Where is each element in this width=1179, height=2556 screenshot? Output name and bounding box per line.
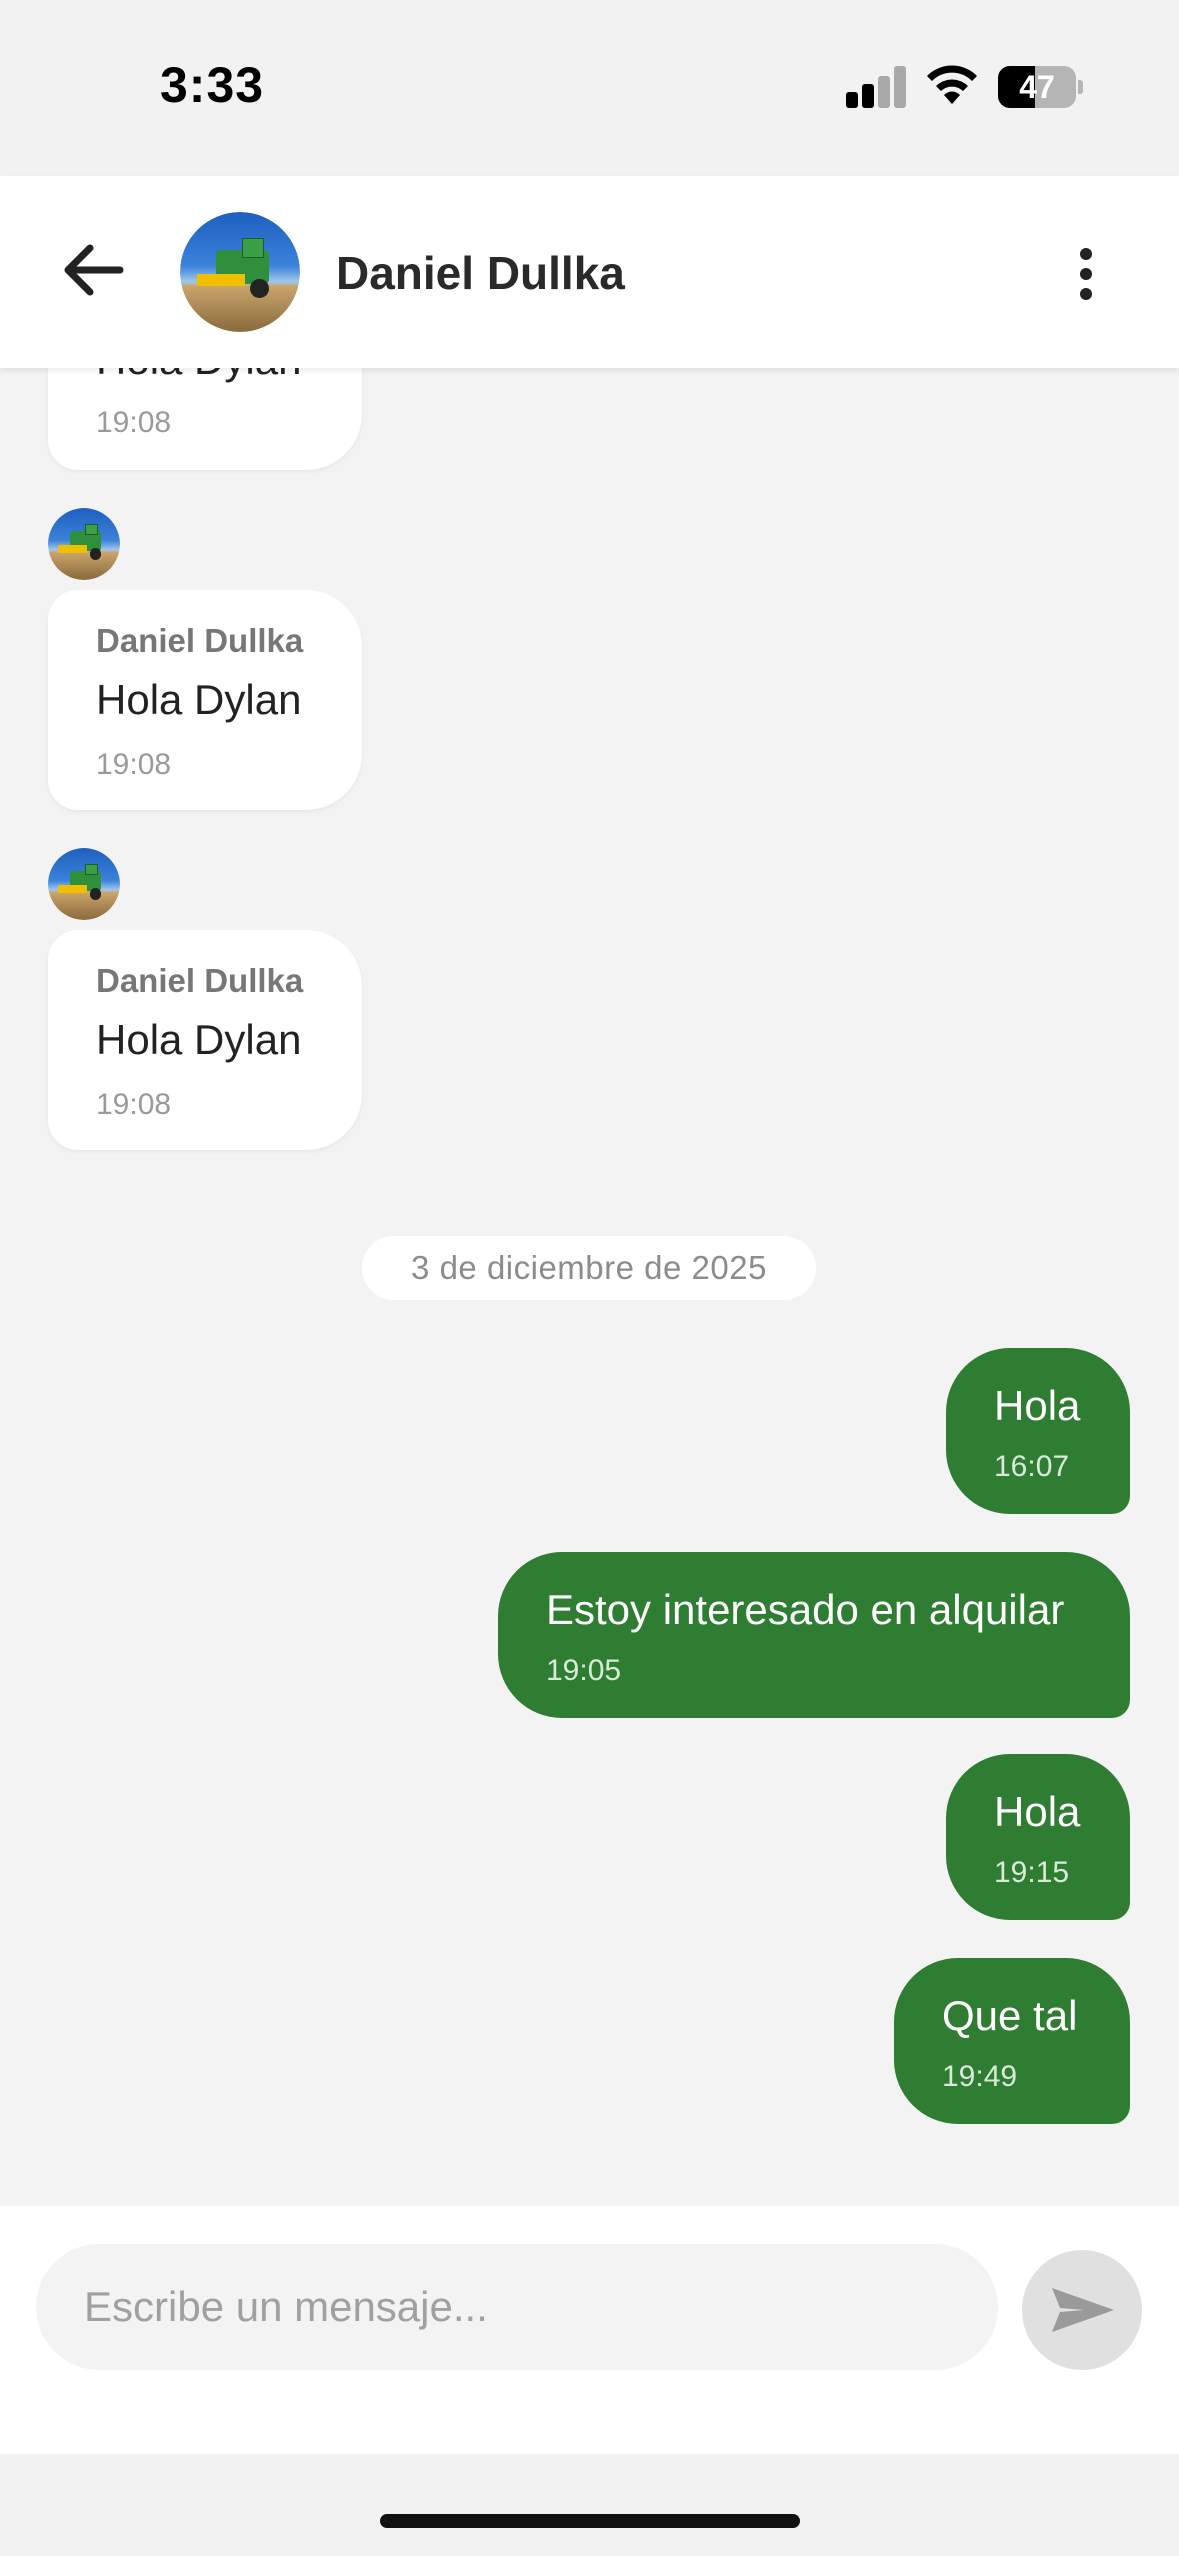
message-text: Estoy interesado en alquilar (546, 1586, 1065, 1633)
message-text: Hola Dylan (96, 1016, 302, 1063)
message-time: 19:49 (942, 2060, 1018, 2093)
arrow-left-icon[interactable] (56, 232, 132, 308)
message-time: 19:08 (96, 748, 172, 781)
message-input[interactable] (36, 2244, 998, 2370)
message-text: Hola (994, 1788, 1081, 1835)
incoming-message: Daniel Dullka Hola Dylan 19:08 (48, 590, 362, 810)
date-separator: 3 de diciembre de 2025 (362, 1236, 816, 1300)
send-icon (1052, 2288, 1114, 2332)
message-text: Hola (994, 1382, 1081, 1429)
message-time: 19:15 (994, 1856, 1070, 1889)
message-sender: Daniel Dullka (96, 962, 304, 999)
message-time: 19:08 (96, 1088, 172, 1121)
sender-avatar[interactable] (48, 508, 120, 580)
message-time: 19:05 (546, 1654, 622, 1687)
outgoing-message: Estoy interesado en alquilar 19:05 (498, 1552, 1130, 1718)
send-button[interactable] (1022, 2250, 1142, 2370)
message-text: Hola Dylan (96, 676, 302, 723)
message-time: 19:08 (96, 406, 172, 439)
home-indicator[interactable] (380, 2514, 800, 2528)
outgoing-message: Que tal 19:49 (894, 1958, 1130, 2124)
outgoing-message: Hola 19:15 (946, 1754, 1130, 1920)
message-list[interactable]: Hola Dylan 19:08 Daniel Dullka Hola Dyla… (0, 176, 1179, 2206)
message-text: Que tal (942, 1992, 1078, 2039)
status-bar: 3:33 47 (0, 0, 1179, 176)
cellular-signal-icon (846, 66, 906, 108)
incoming-message: Daniel Dullka Hola Dylan 19:08 (48, 930, 362, 1150)
message-sender: Daniel Dullka (96, 622, 304, 659)
status-time: 3:33 (160, 57, 265, 113)
message-time: 16:07 (994, 1450, 1070, 1483)
outgoing-message: Hola 16:07 (946, 1348, 1130, 1514)
wifi-icon (927, 65, 977, 104)
battery-icon: 47 (998, 66, 1083, 108)
contact-name[interactable]: Daniel Dullka (336, 246, 625, 300)
battery-percentage: 47 (1019, 69, 1055, 105)
more-vertical-icon[interactable] (1066, 236, 1106, 312)
home-area (0, 2454, 1179, 2556)
contact-avatar[interactable] (180, 212, 300, 332)
sender-avatar[interactable] (48, 848, 120, 920)
